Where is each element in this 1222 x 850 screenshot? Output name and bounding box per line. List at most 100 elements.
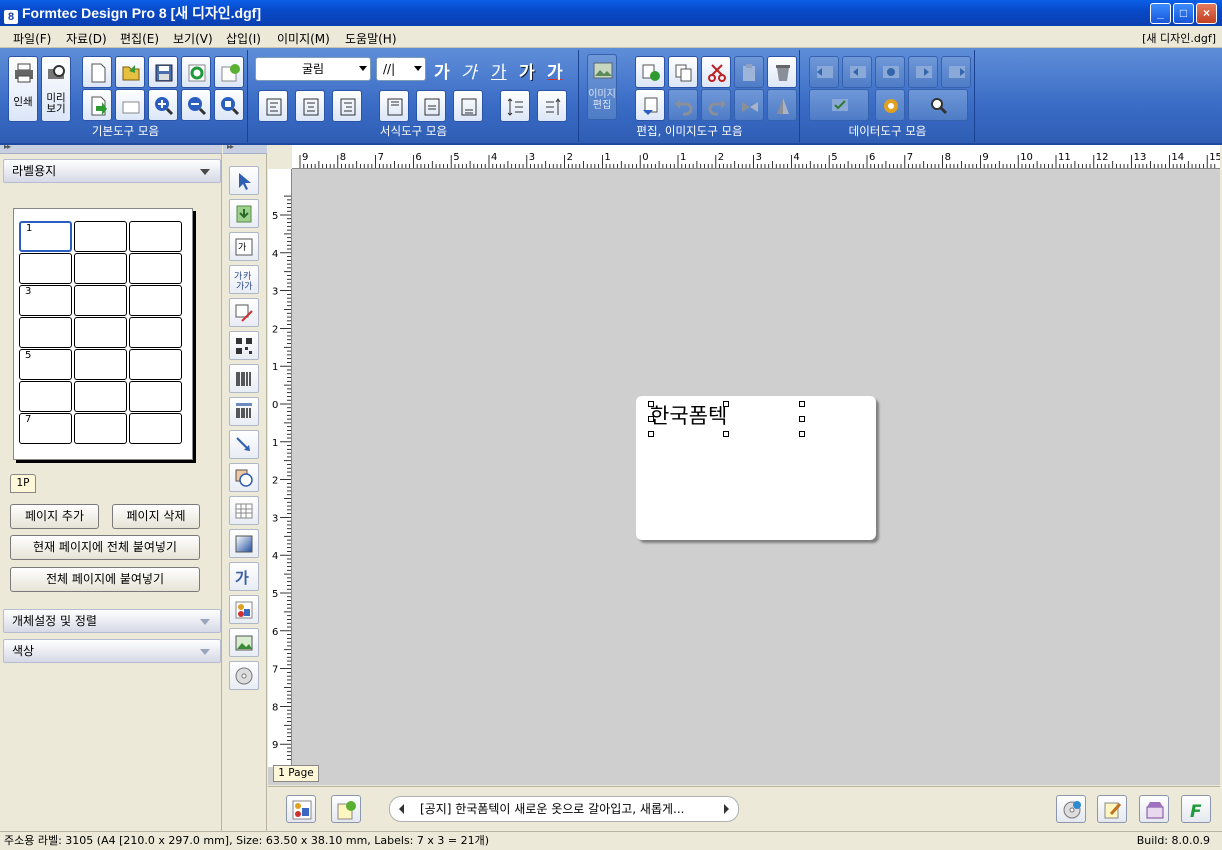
- label-cell[interactable]: [74, 285, 127, 316]
- menu-edit[interactable]: 편집(E): [120, 30, 159, 47]
- italic-button[interactable]: 가: [461, 58, 477, 83]
- notice-ticker[interactable]: [공지] 한국폼텍이 새로운 옷으로 갈아입고, 새롭게...: [389, 796, 739, 822]
- label-paper-header[interactable]: 라벨용지: [3, 159, 221, 183]
- last-record-button[interactable]: [941, 56, 971, 88]
- align-left-button[interactable]: [258, 90, 288, 122]
- next-record-button[interactable]: [908, 56, 938, 88]
- text-color-button[interactable]: 가: [547, 58, 563, 83]
- cut-button[interactable]: [701, 56, 731, 88]
- underline-button[interactable]: 가: [491, 58, 507, 83]
- image-tool[interactable]: [229, 628, 259, 657]
- label-cell[interactable]: [129, 285, 182, 316]
- export-button[interactable]: [82, 89, 112, 121]
- preview-button[interactable]: 미리 보기: [41, 56, 71, 122]
- clipart-library-button[interactable]: [286, 795, 316, 823]
- folder-button[interactable]: [115, 89, 145, 121]
- prev-notice-icon[interactable]: [399, 804, 404, 814]
- resize-handle[interactable]: [648, 416, 654, 422]
- label-cell[interactable]: [19, 381, 72, 412]
- insert-image-button[interactable]: [214, 56, 244, 88]
- next-notice-icon[interactable]: [724, 804, 729, 814]
- disc-label-tool[interactable]: [229, 661, 259, 690]
- align-top-button[interactable]: [379, 90, 409, 122]
- color-header[interactable]: 색상: [3, 639, 221, 663]
- label-cell[interactable]: [129, 349, 182, 380]
- label-cell[interactable]: [74, 413, 127, 444]
- label-sheet-preview[interactable]: 1 3 5 7: [13, 208, 193, 460]
- align-bottom-button[interactable]: [453, 90, 483, 122]
- minimize-button[interactable]: _: [1150, 3, 1171, 24]
- label-cell[interactable]: [129, 221, 182, 252]
- shadow-text-button[interactable]: 가: [519, 58, 535, 83]
- new-template-button[interactable]: [331, 795, 361, 823]
- label-cell[interactable]: 5: [19, 349, 72, 380]
- gradient-tool[interactable]: [229, 529, 259, 558]
- menu-file[interactable]: 파일(F): [13, 30, 51, 47]
- label-cell[interactable]: [19, 317, 72, 348]
- text-effect-tool[interactable]: [229, 298, 259, 327]
- redo-button[interactable]: [701, 89, 731, 121]
- barcode-tool[interactable]: [229, 364, 259, 393]
- menu-view[interactable]: 보기(V): [173, 30, 213, 47]
- qr-code-tool[interactable]: [229, 331, 259, 360]
- barcode-number-tool[interactable]: [229, 397, 259, 426]
- save-button[interactable]: [148, 56, 178, 88]
- label-cell[interactable]: 3: [19, 285, 72, 316]
- refresh-button[interactable]: [181, 56, 211, 88]
- delete-page-button[interactable]: 페이지 삭제: [112, 504, 200, 529]
- align-right-button[interactable]: [332, 90, 362, 122]
- panel-collapse-bar[interactable]: ▸▸: [0, 142, 222, 154]
- label-cell[interactable]: [74, 349, 127, 380]
- label-cell[interactable]: [19, 253, 72, 284]
- line-tool[interactable]: [229, 430, 259, 459]
- maximize-button[interactable]: □: [1173, 3, 1194, 24]
- shape-tool[interactable]: [229, 463, 259, 492]
- menu-data[interactable]: 자료(D): [66, 30, 107, 47]
- resize-handle[interactable]: [648, 401, 654, 407]
- page-tab[interactable]: 1 Page: [273, 765, 319, 782]
- disc-print-button[interactable]: [1056, 795, 1086, 823]
- close-button[interactable]: ×: [1196, 3, 1217, 24]
- label-object[interactable]: 한국폼텍: [636, 396, 876, 540]
- font-select[interactable]: 굴림: [255, 57, 371, 81]
- label-cell[interactable]: [129, 413, 182, 444]
- object-settings-header[interactable]: 개체설정 및 정렬: [3, 609, 221, 633]
- resize-handle[interactable]: [799, 416, 805, 422]
- vertical-text-tool[interactable]: 가 카 가가: [229, 265, 259, 294]
- edit-note-button[interactable]: [1097, 795, 1127, 823]
- font-size-select[interactable]: //|: [376, 57, 426, 81]
- bold-button[interactable]: 가: [434, 58, 450, 83]
- label-cell[interactable]: 7: [19, 413, 72, 444]
- delete-button[interactable]: [767, 56, 797, 88]
- resize-handle[interactable]: [799, 431, 805, 437]
- zoom-fit-button[interactable]: [214, 89, 244, 121]
- notice-text[interactable]: [공지] 한국폼텍이 새로운 옷으로 갈아입고, 새롭게...: [420, 802, 685, 816]
- image-edit-button[interactable]: 이미지 편집: [587, 54, 617, 120]
- copy-format-button[interactable]: [635, 56, 665, 88]
- record-button[interactable]: [875, 56, 905, 88]
- add-page-button[interactable]: 페이지 추가: [10, 504, 99, 529]
- menu-help[interactable]: 도움말(H): [345, 30, 397, 47]
- align-center-button[interactable]: [295, 90, 325, 122]
- shop-button[interactable]: [1139, 795, 1169, 823]
- label-cell[interactable]: [74, 317, 127, 348]
- tools-collapse-bar[interactable]: ▸▸: [223, 142, 267, 154]
- formtec-home-button[interactable]: F: [1181, 795, 1211, 823]
- prev-record-button[interactable]: [842, 56, 872, 88]
- text-tool[interactable]: 가: [229, 562, 259, 591]
- char-spacing-button[interactable]: [537, 90, 567, 122]
- label-cell[interactable]: [129, 317, 182, 348]
- paste-all-current-page-button[interactable]: 현재 페이지에 전체 붙여넣기: [10, 535, 200, 560]
- data-search-button[interactable]: [908, 89, 968, 121]
- first-record-button[interactable]: [809, 56, 839, 88]
- text-box-tool[interactable]: 가: [229, 232, 259, 261]
- label-cell[interactable]: [74, 253, 127, 284]
- label-cell[interactable]: [129, 381, 182, 412]
- line-spacing-button[interactable]: [500, 90, 530, 122]
- label-cell[interactable]: [74, 381, 127, 412]
- data-check-button[interactable]: [809, 89, 869, 121]
- table-tool[interactable]: [229, 496, 259, 525]
- menu-insert[interactable]: 삽입(I): [226, 30, 261, 47]
- insert-object-tool[interactable]: [229, 199, 259, 228]
- label-cell[interactable]: [74, 221, 127, 252]
